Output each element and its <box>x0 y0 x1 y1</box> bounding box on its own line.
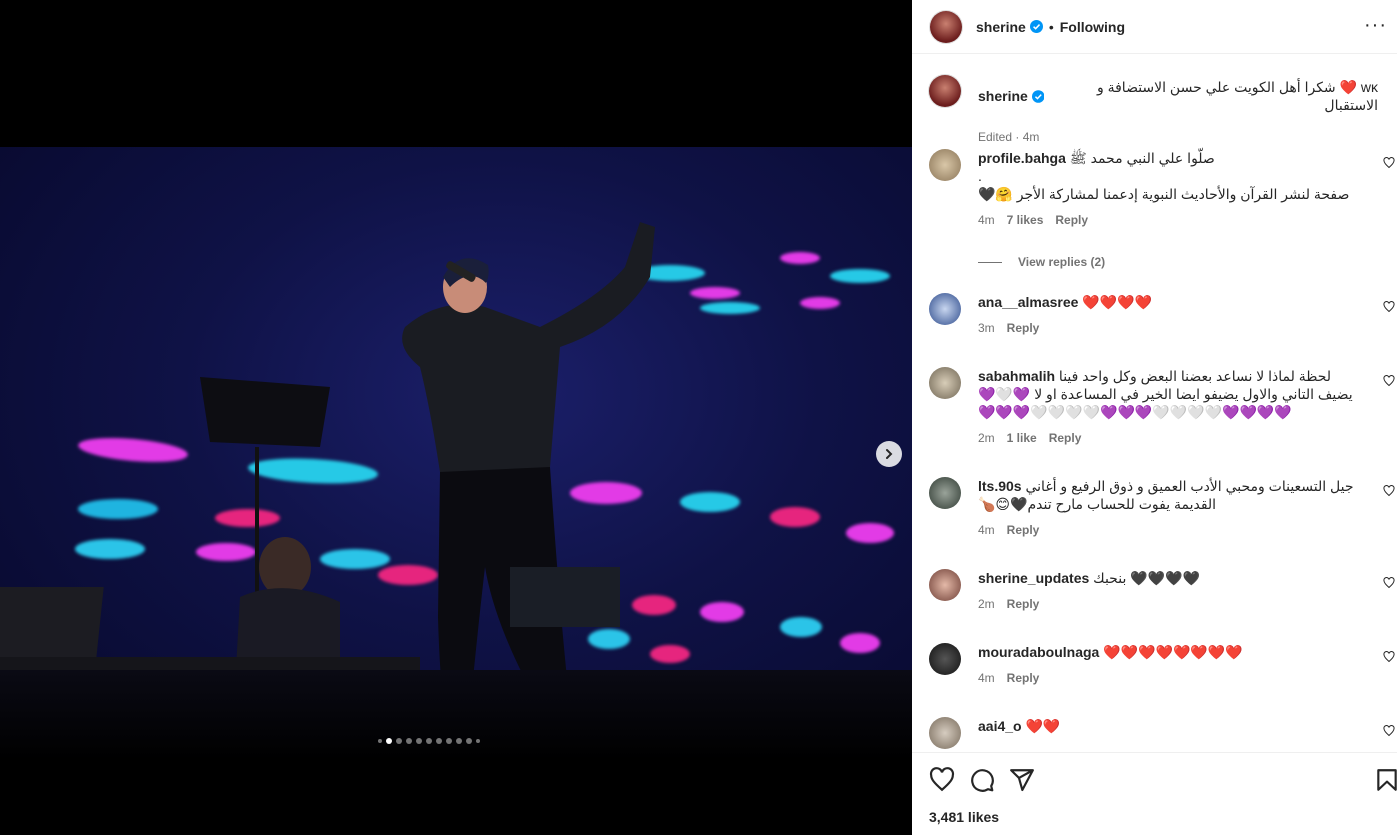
caption-meta: Edited · 4m <box>978 130 1040 144</box>
replies-line <box>978 261 1002 263</box>
reply-button[interactable]: Reply <box>1049 429 1082 447</box>
commenter-avatar[interactable] <box>929 643 961 675</box>
carousel-dot <box>436 738 442 744</box>
instagram-post-modal: sherine • Following ··· sherine wĸ ❤️ شك… <box>0 0 1397 835</box>
reply-button[interactable]: Reply <box>1055 211 1088 229</box>
carousel-next-button[interactable] <box>876 441 902 467</box>
caption-text: wĸ ❤️ شكرا أهل الكويت علي حسن الاستضافة … <box>1096 79 1378 113</box>
comment-username[interactable]: profile.bahga <box>978 150 1066 166</box>
comment-text: ❤️❤️❤️❤️❤️❤️❤️❤️ <box>1103 644 1243 660</box>
commenter-avatar[interactable] <box>929 293 961 325</box>
comment-text: جيل التسعينات ومحبي الأدب العميق و ذوق ا… <box>978 478 1354 512</box>
comment-text: ❤️❤️❤️❤️ <box>1082 294 1153 310</box>
comment-time: 3m <box>978 321 995 335</box>
verified-badge-icon <box>1029 20 1043 33</box>
post-actions-bar: 3,481 likes <box>912 752 1397 835</box>
comment-time: 4m <box>978 671 995 685</box>
comment-like-icon[interactable] <box>1383 725 1395 737</box>
heart-icon[interactable] <box>929 767 955 793</box>
bookmark-icon[interactable] <box>1374 767 1397 793</box>
reply-button[interactable]: Reply <box>1007 669 1040 687</box>
carousel-dot-active <box>386 738 392 744</box>
author-avatar[interactable] <box>929 75 961 107</box>
view-replies-label: View replies (2) <box>1018 255 1106 269</box>
comment-likes[interactable]: 7 likes <box>1007 211 1044 229</box>
comment-text: ❤️❤️ <box>1025 718 1061 734</box>
carousel-dot <box>416 738 422 744</box>
carousel-indicator <box>378 738 480 744</box>
comment-username[interactable]: aai4_o <box>978 718 1022 734</box>
comment-username[interactable]: sabahmalih <box>978 368 1055 384</box>
comment-username[interactable]: ana__almasree <box>978 294 1078 310</box>
reply-button[interactable]: Reply <box>1007 595 1040 613</box>
reply-button[interactable]: Reply <box>1007 319 1040 337</box>
more-options-icon[interactable]: ··· <box>1364 14 1387 37</box>
comment-text: بنحبك 🖤🖤🖤🖤 <box>1093 570 1200 586</box>
comment-username[interactable]: sherine_updates <box>978 570 1089 586</box>
carousel-dot <box>456 738 462 744</box>
comment-like-icon[interactable] <box>1383 375 1395 387</box>
share-icon[interactable] <box>1009 767 1035 793</box>
verified-badge-icon <box>1031 89 1045 103</box>
commenter-avatar[interactable] <box>929 477 961 509</box>
following-button[interactable]: Following <box>1060 19 1125 35</box>
commenter-avatar[interactable] <box>929 569 961 601</box>
comment-username[interactable]: mouradaboulnaga <box>978 644 1099 660</box>
reply-button[interactable]: Reply <box>1007 521 1040 539</box>
commenter-avatar[interactable] <box>929 717 961 749</box>
comment-time: 4m <box>978 523 995 537</box>
stage-floor <box>0 670 912 760</box>
comment-time: 2m <box>978 431 995 445</box>
carousel-dot <box>476 739 480 743</box>
performer-figure <box>0 222 655 729</box>
separator-dot: • <box>1048 18 1054 35</box>
comment-icon[interactable] <box>969 767 995 793</box>
comment-username[interactable]: lts.90s <box>978 478 1022 494</box>
chevron-right-icon <box>886 449 893 459</box>
comment-like-icon[interactable] <box>1383 651 1395 663</box>
carousel-dot <box>466 738 472 744</box>
likes-count[interactable]: 3,481 likes <box>929 809 999 825</box>
view-replies-button[interactable]: View replies (2) <box>978 255 1105 269</box>
carousel-dot <box>406 738 412 744</box>
comment-time: 4m <box>978 213 995 227</box>
caption-username[interactable]: sherine <box>978 87 1028 105</box>
comment-like-icon[interactable] <box>1383 485 1395 497</box>
commenter-avatar[interactable] <box>929 367 961 399</box>
author-avatar[interactable] <box>930 10 962 43</box>
carousel-dot <box>378 739 382 743</box>
commenter-avatar[interactable] <box>929 149 961 181</box>
carousel-dot <box>426 738 432 744</box>
author-username[interactable]: sherine <box>976 19 1026 35</box>
comment-like-icon[interactable] <box>1383 577 1395 589</box>
post-media <box>0 0 912 835</box>
comments-list: sherine wĸ ❤️ شكرا أهل الكويت علي حسن ال… <box>912 55 1397 752</box>
post-sidebar: sherine • Following ··· sherine wĸ ❤️ شك… <box>912 0 1397 835</box>
comment-like-icon[interactable] <box>1383 157 1395 169</box>
comment-likes[interactable]: 1 like <box>1007 429 1037 447</box>
comment-like-icon[interactable] <box>1383 301 1395 313</box>
carousel-dot <box>446 738 452 744</box>
caption-body: sherine wĸ ❤️ شكرا أهل الكويت علي حسن ال… <box>978 78 1378 146</box>
carousel-dot <box>396 738 402 744</box>
comment-time: 2m <box>978 597 995 611</box>
post-header: sherine • Following ··· <box>912 0 1397 54</box>
concert-photo <box>0 147 912 760</box>
